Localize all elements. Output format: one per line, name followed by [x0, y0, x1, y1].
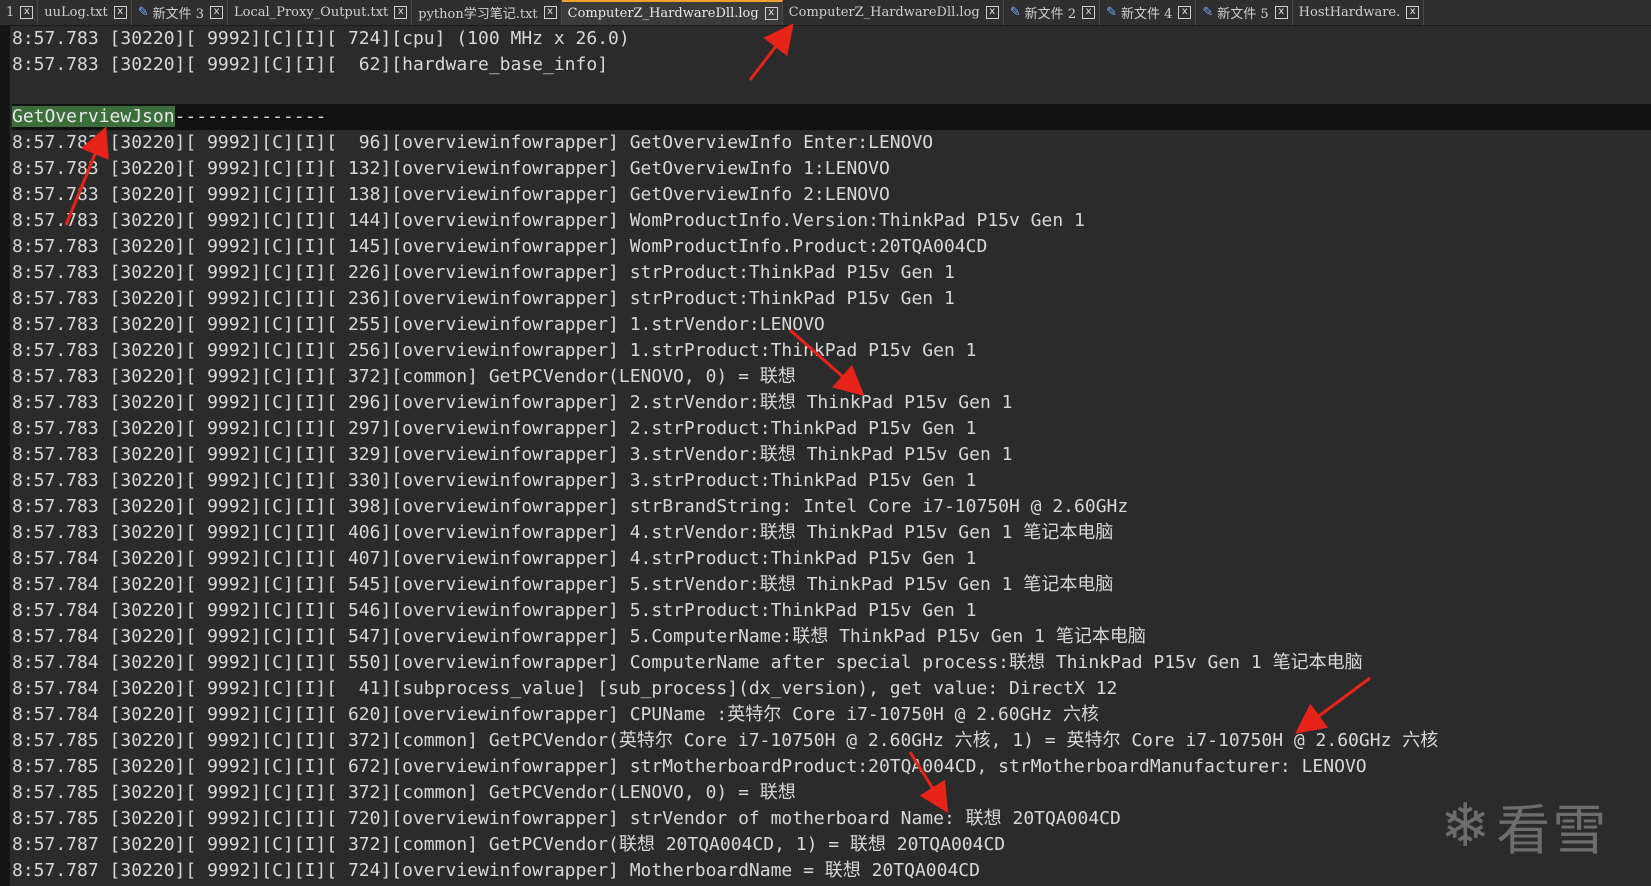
log-line: 8:57.783 [30220][ 9992][C][I][ 406][over… — [12, 522, 1114, 543]
log-line: 8:57.784 [30220][ 9992][C][I][ 407][over… — [12, 548, 977, 569]
editor-text-area[interactable]: 8:57.783 [30220][ 9992][C][I][ 724][cpu]… — [12, 26, 1651, 886]
log-line: 8:57.784 [30220][ 9992][C][I][ 550][over… — [12, 652, 1363, 673]
log-line: 8:57.785 [30220][ 9992][C][I][ 372][comm… — [12, 730, 1439, 751]
tab-label: uuLog.txt — [44, 5, 108, 20]
editor-gutter — [0, 26, 10, 886]
log-line: 8:57.783 [30220][ 9992][C][I][ 296][over… — [12, 392, 1013, 413]
tab-label: 1 — [6, 5, 15, 20]
selected-text: GetOverviewJson — [12, 106, 175, 127]
tab-3[interactable]: ✎ 新文件 3 x — [132, 0, 229, 25]
line-rest-text: -------------- — [174, 106, 327, 127]
close-tab-icon[interactable]: x — [1274, 6, 1288, 19]
tab-label: ComputerZ_HardwareDll.log — [567, 6, 759, 21]
close-tab-icon[interactable]: x — [764, 7, 778, 20]
tab-label: 新文件 2 — [1024, 7, 1077, 22]
log-line: 8:57.783 [30220][ 9992][C][I][ 226][over… — [12, 262, 955, 283]
close-tab-icon[interactable]: x — [1082, 6, 1096, 19]
log-line: 8:57.783 [30220][ 9992][C][I][ 330][over… — [12, 470, 977, 491]
log-line: 8:57.785 [30220][ 9992][C][I][ 720][over… — [12, 808, 1121, 829]
tab-4[interactable]: Local_Proxy_Output.txt x — [228, 0, 413, 25]
log-line: 8:57.783 [30220][ 9992][C][I][ 372][comm… — [12, 366, 796, 387]
modified-pencil-icon: ✎ — [1009, 5, 1021, 20]
tab-1[interactable]: 1x — [0, 0, 39, 25]
close-tab-icon[interactable]: x — [210, 6, 224, 19]
log-line: 8:57.783 [30220][ 9992][C][I][ 398][over… — [12, 496, 1129, 517]
tab-10[interactable]: ✎ 新文件 5 x — [1196, 0, 1293, 25]
log-line: 8:57.784 [30220][ 9992][C][I][ 41][subpr… — [12, 678, 1118, 699]
log-line: 8:57.784 [30220][ 9992][C][I][ 547][over… — [12, 626, 1146, 647]
close-tab-icon[interactable]: x — [394, 6, 408, 19]
tab-8[interactable]: ✎ 新文件 2 x — [1004, 0, 1101, 25]
tab-5[interactable]: python学习笔记.txt x — [412, 0, 562, 25]
snowflake-icon: ❄ — [1440, 790, 1491, 861]
log-line: 8:57.785 [30220][ 9992][C][I][ 672][over… — [12, 756, 1367, 777]
tab-label: 新文件 5 — [1217, 7, 1269, 22]
modified-pencil-icon: ✎ — [137, 5, 149, 20]
tab-label: 新文件 4 — [1120, 7, 1173, 22]
tab-label: python学习笔记.txt — [418, 7, 538, 22]
close-tab-icon[interactable]: x — [985, 6, 999, 19]
log-line: GetOverviewJson-------------- — [12, 104, 1651, 130]
tab-label: HostHardware. — [1298, 5, 1401, 20]
log-line: 8:57.783 [30220][ 9992][C][I][ 297][over… — [12, 418, 977, 439]
tab-6[interactable]: ComputerZ_HardwareDll.log x — [561, 0, 783, 25]
log-line: 8:57.783 [30220][ 9992][C][I][ 138][over… — [12, 184, 890, 205]
tab-9[interactable]: ✎ 新文件 4 x — [1100, 0, 1197, 25]
log-line: 8:57.783 [30220][ 9992][C][I][ 96][overv… — [12, 132, 934, 153]
log-line: 8:57.783 [30220][ 9992][C][I][ 144][over… — [12, 210, 1085, 231]
watermark-text: 看雪 — [1496, 799, 1609, 862]
log-line: 8:57.783 [30220][ 9992][C][I][ 256][over… — [12, 340, 977, 361]
log-line: 8:57.785 [30220][ 9992][C][I][ 372][comm… — [12, 782, 796, 803]
log-line: 8:57.783 [30220][ 9992][C][I][ 724][cpu]… — [12, 28, 630, 49]
tab-11[interactable]: HostHardware. x — [1293, 0, 1425, 25]
close-tab-icon[interactable]: x — [113, 6, 127, 19]
log-line: 8:57.783 [30220][ 9992][C][I][ 255][over… — [12, 314, 825, 335]
tab-label: 新文件 3 — [152, 7, 205, 22]
close-tab-icon[interactable]: x — [1406, 6, 1420, 19]
tab-2[interactable]: uuLog.txt x — [38, 0, 132, 25]
log-line: 8:57.784 [30220][ 9992][C][I][ 620][over… — [12, 704, 1099, 725]
close-tab-icon[interactable]: x — [20, 6, 34, 19]
log-line: 8:57.787 [30220][ 9992][C][I][ 372][comm… — [12, 834, 1006, 855]
log-line: 8:57.783 [30220][ 9992][C][I][ 132][over… — [12, 158, 890, 179]
kanxue-watermark: ❄ 看雪 — [1440, 786, 1608, 865]
close-tab-icon[interactable]: x — [543, 6, 557, 19]
modified-pencil-icon: ✎ — [1106, 5, 1117, 20]
log-line: 8:57.783 [30220][ 9992][C][I][ 145][over… — [12, 236, 988, 257]
log-line: 8:57.783 [30220][ 9992][C][I][ 329][over… — [12, 444, 1013, 465]
log-line: 8:57.784 [30220][ 9992][C][I][ 546][over… — [12, 600, 977, 621]
tab-label: ComputerZ_HardwareDll.log — [788, 5, 980, 20]
tab-7[interactable]: ComputerZ_HardwareDll.log x — [783, 0, 1004, 25]
modified-pencil-icon: ✎ — [1202, 5, 1214, 20]
log-line: 8:57.783 [30220][ 9992][C][I][ 62][hardw… — [12, 54, 609, 75]
tab-label: Local_Proxy_Output.txt — [234, 5, 389, 20]
log-line: 8:57.784 [30220][ 9992][C][I][ 545][over… — [12, 574, 1114, 595]
close-tab-icon[interactable]: x — [1178, 6, 1192, 19]
log-line: 8:57.783 [30220][ 9992][C][I][ 236][over… — [12, 288, 955, 309]
log-line: 8:57.787 [30220][ 9992][C][I][ 724][over… — [12, 860, 980, 881]
tab-bar: 1 x uuLog.txt x ✎ 新文件 3 x Local_Proxy_Output.tx… — [0, 0, 1651, 26]
